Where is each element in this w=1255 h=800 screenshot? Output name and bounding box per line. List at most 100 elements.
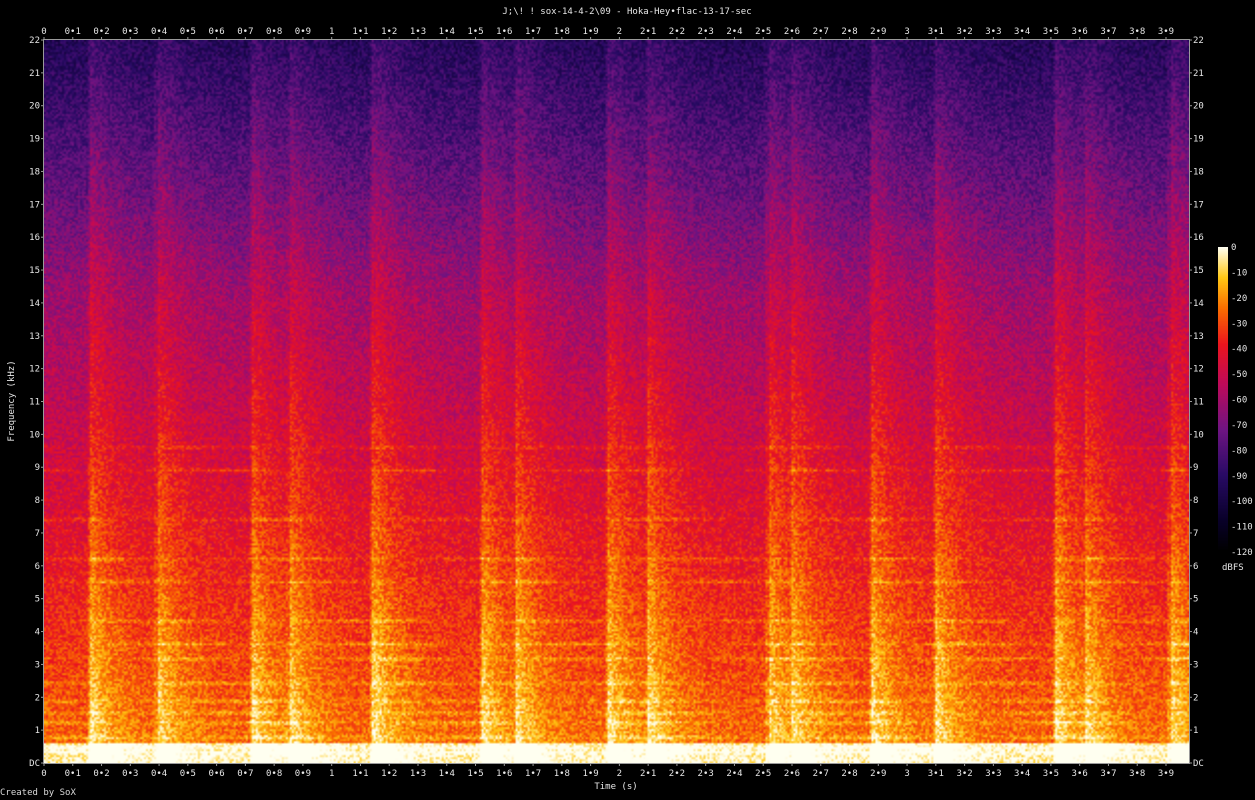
y-tick-label-left: 2 <box>35 693 40 703</box>
spectrogram-heatmap <box>44 40 1189 763</box>
x-tick-label-bottom: 2•7 <box>813 769 829 779</box>
y-tick-label-left: 7 <box>35 529 40 539</box>
x-tick-label-bottom: 0 <box>41 769 46 779</box>
y-tick-label-left: 17 <box>29 200 40 210</box>
y-tick-label-right: 21 <box>1193 69 1204 79</box>
y-tick-labels-left: DC12345678910111213141516171819202122 <box>29 36 44 769</box>
y-tick-label-right: 7 <box>1193 529 1198 539</box>
x-tick-label-bottom: 0•3 <box>122 769 138 779</box>
colorbar-tick-label: -30 <box>1231 319 1247 329</box>
y-tick-label-right: DC <box>1193 759 1204 769</box>
x-tick-label-top: 2•1 <box>640 27 656 37</box>
x-tick-label-bottom: 3•3 <box>985 769 1001 779</box>
y-tick-label-right: 1 <box>1193 726 1198 736</box>
x-tick-label-top: 3•5 <box>1043 27 1059 37</box>
y-tick-label-right: 6 <box>1193 562 1198 572</box>
x-tick-label-bottom: 2•5 <box>755 769 771 779</box>
colorbar-tick-label: -80 <box>1231 446 1247 456</box>
y-tick-label-right: 14 <box>1193 299 1204 309</box>
x-tick-label-bottom: 0•7 <box>237 769 253 779</box>
y-tick-label-left: 18 <box>29 167 40 177</box>
x-tick-label-bottom: 0•6 <box>208 769 224 779</box>
x-tick-label-top: 3•7 <box>1100 27 1116 37</box>
x-tick-label-top: 3•8 <box>1129 27 1145 37</box>
x-tick-label-bottom: 2•3 <box>698 769 714 779</box>
y-tick-label-right: 20 <box>1193 102 1204 112</box>
y-tick-label-left: 16 <box>29 233 40 243</box>
chart-title: J;\! ! sox-14-4-2\09 - Hoka-Hey•flac-13-… <box>502 7 751 17</box>
x-tick-label-top: 0•8 <box>266 27 282 37</box>
colorbar-label: dBFS <box>1222 563 1244 573</box>
x-tick-label-bottom: 2•1 <box>640 769 656 779</box>
x-tick-label-bottom: 3 <box>904 769 909 779</box>
x-tick-label-bottom: 3•9 <box>1158 769 1174 779</box>
x-tick-label-top: 3 <box>904 27 909 37</box>
x-tick-label-top: 2•6 <box>784 27 800 37</box>
x-tick-label-top: 2•5 <box>755 27 771 37</box>
x-tick-label-bottom: 1•4 <box>439 769 455 779</box>
colorbar-tick-label: -20 <box>1231 294 1247 304</box>
x-tick-label-bottom: 1•5 <box>467 769 483 779</box>
x-tick-label-top: 0•6 <box>208 27 224 37</box>
colorbar-tick-label: -120 <box>1231 548 1253 558</box>
x-tick-label-top: 1•7 <box>525 27 541 37</box>
x-tick-label-top: 1•3 <box>410 27 426 37</box>
colorbar-tick-label: -100 <box>1231 497 1253 507</box>
x-tick-label-top: 2•7 <box>813 27 829 37</box>
x-tick-label-bottom: 3•7 <box>1100 769 1116 779</box>
x-tick-label-bottom: 0•1 <box>65 769 81 779</box>
x-tick-label-top: 2•3 <box>698 27 714 37</box>
x-tick-label-bottom: 1•8 <box>554 769 570 779</box>
x-tick-label-bottom: 3•6 <box>1072 769 1088 779</box>
colorbar-tick-label: -60 <box>1231 396 1247 406</box>
x-tick-label-top: 0•1 <box>65 27 81 37</box>
y-tick-label-left: 1 <box>35 726 40 736</box>
x-tick-label-top: 3•1 <box>928 27 944 37</box>
x-tick-label-top: 2•4 <box>726 27 742 37</box>
x-tick-label-top: 0•2 <box>93 27 109 37</box>
x-tick-label-top: 2•2 <box>669 27 685 37</box>
x-tick-label-bottom: 3•1 <box>928 769 944 779</box>
x-tick-label-top: 1•6 <box>496 27 512 37</box>
x-tick-label-bottom: 3•8 <box>1129 769 1145 779</box>
x-tick-label-top: 2 <box>617 27 622 37</box>
x-tick-label-top: 3•2 <box>956 27 972 37</box>
y-tick-label-left: DC <box>29 759 40 769</box>
y-tick-label-right: 9 <box>1193 463 1198 473</box>
x-tick-label-top: 0•9 <box>295 27 311 37</box>
colorbar-tick-label: -110 <box>1231 523 1253 533</box>
x-tick-label-bottom: 1•2 <box>381 769 397 779</box>
x-tick-label-top: 1•9 <box>582 27 598 37</box>
x-tick-label-bottom: 3•4 <box>1014 769 1030 779</box>
y-tick-label-left: 5 <box>35 595 40 605</box>
y-tick-label-right: 18 <box>1193 167 1204 177</box>
x-tick-label-bottom: 3•5 <box>1043 769 1059 779</box>
x-tick-label-top: 0 <box>41 27 46 37</box>
x-tick-label-top: 1•1 <box>352 27 368 37</box>
colorbar-tick-label: -50 <box>1231 370 1247 380</box>
y-tick-label-right: 19 <box>1193 135 1204 145</box>
footer-credit: Created by SoX <box>0 788 76 798</box>
x-tick-label-bottom: 2•6 <box>784 769 800 779</box>
y-tick-label-left: 15 <box>29 266 40 276</box>
x-tick-label-bottom: 0•8 <box>266 769 282 779</box>
x-tick-label-top: 1•5 <box>467 27 483 37</box>
x-tick-label-bottom: 2•4 <box>726 769 742 779</box>
x-tick-label-top: 3•4 <box>1014 27 1030 37</box>
x-tick-label-bottom: 1•7 <box>525 769 541 779</box>
x-tick-label-top: 3•9 <box>1158 27 1174 37</box>
y-tick-label-right: 2 <box>1193 693 1198 703</box>
y-tick-label-right: 10 <box>1193 430 1204 440</box>
colorbar-tick-label: -10 <box>1231 268 1247 278</box>
y-tick-label-left: 19 <box>29 135 40 145</box>
x-tick-label-bottom: 0•4 <box>151 769 167 779</box>
x-tick-label-bottom: 0•2 <box>93 769 109 779</box>
y-tick-label-right: 15 <box>1193 266 1204 276</box>
x-tick-label-bottom: 2•8 <box>841 769 857 779</box>
y-tick-label-right: 12 <box>1193 365 1204 375</box>
y-tick-label-left: 20 <box>29 102 40 112</box>
x-tick-label-bottom: 0•5 <box>180 769 196 779</box>
y-tick-label-right: 17 <box>1193 200 1204 210</box>
colorbar-gradient <box>1218 247 1228 552</box>
x-tick-label-top: 0•3 <box>122 27 138 37</box>
